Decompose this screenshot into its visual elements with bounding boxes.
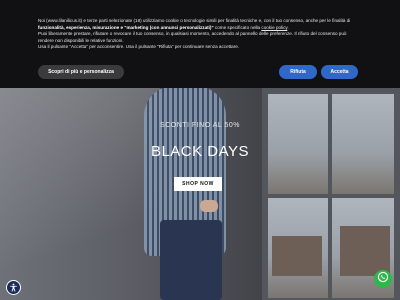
building (272, 236, 322, 276)
accept-button[interactable]: Accetta (321, 65, 358, 79)
whatsapp-icon (377, 270, 389, 288)
accessibility-button[interactable] (6, 280, 21, 295)
cookie-line5: Usa il pulsante "Accetta" per acconsenti… (38, 44, 240, 50)
shop-now-button[interactable]: SHOP NOW (174, 177, 222, 191)
cookie-purposes: funzionalità, esperienza, misurazione e … (38, 24, 214, 30)
reject-button[interactable]: Rifiuta (279, 65, 317, 79)
hero-light (0, 80, 160, 300)
cookie-text: Noi (www.lilanilicus.it) e terze parti s… (38, 18, 368, 51)
cookie-line3: Puoi liberamente prestare, rifiutare o r… (38, 31, 347, 37)
building (340, 226, 390, 276)
hero-subtitle: SCONTI FINO AL 50% (160, 122, 240, 129)
model-hand (200, 200, 218, 212)
customize-preferences-button[interactable]: Scopri di più e personalizza (38, 65, 124, 79)
accessibility-icon (9, 279, 18, 297)
whatsapp-button[interactable] (374, 270, 392, 288)
cookie-banner: Noi (www.lilanilicus.it) e terze parti s… (0, 0, 400, 88)
cookie-policy-link[interactable]: cookie policy (261, 25, 287, 30)
cookie-line1: Noi (www.lilanilicus.it) e terze parti s… (38, 18, 351, 23)
cookie-line4: rendere non disponibili le relative funz… (38, 37, 124, 43)
hero-title: BLACK DAYS (150, 143, 250, 160)
cookie-line2-end: . (287, 24, 289, 30)
model-pants (160, 220, 222, 300)
cookie-line2: come specificato nella (213, 24, 262, 30)
window-background (262, 86, 400, 300)
